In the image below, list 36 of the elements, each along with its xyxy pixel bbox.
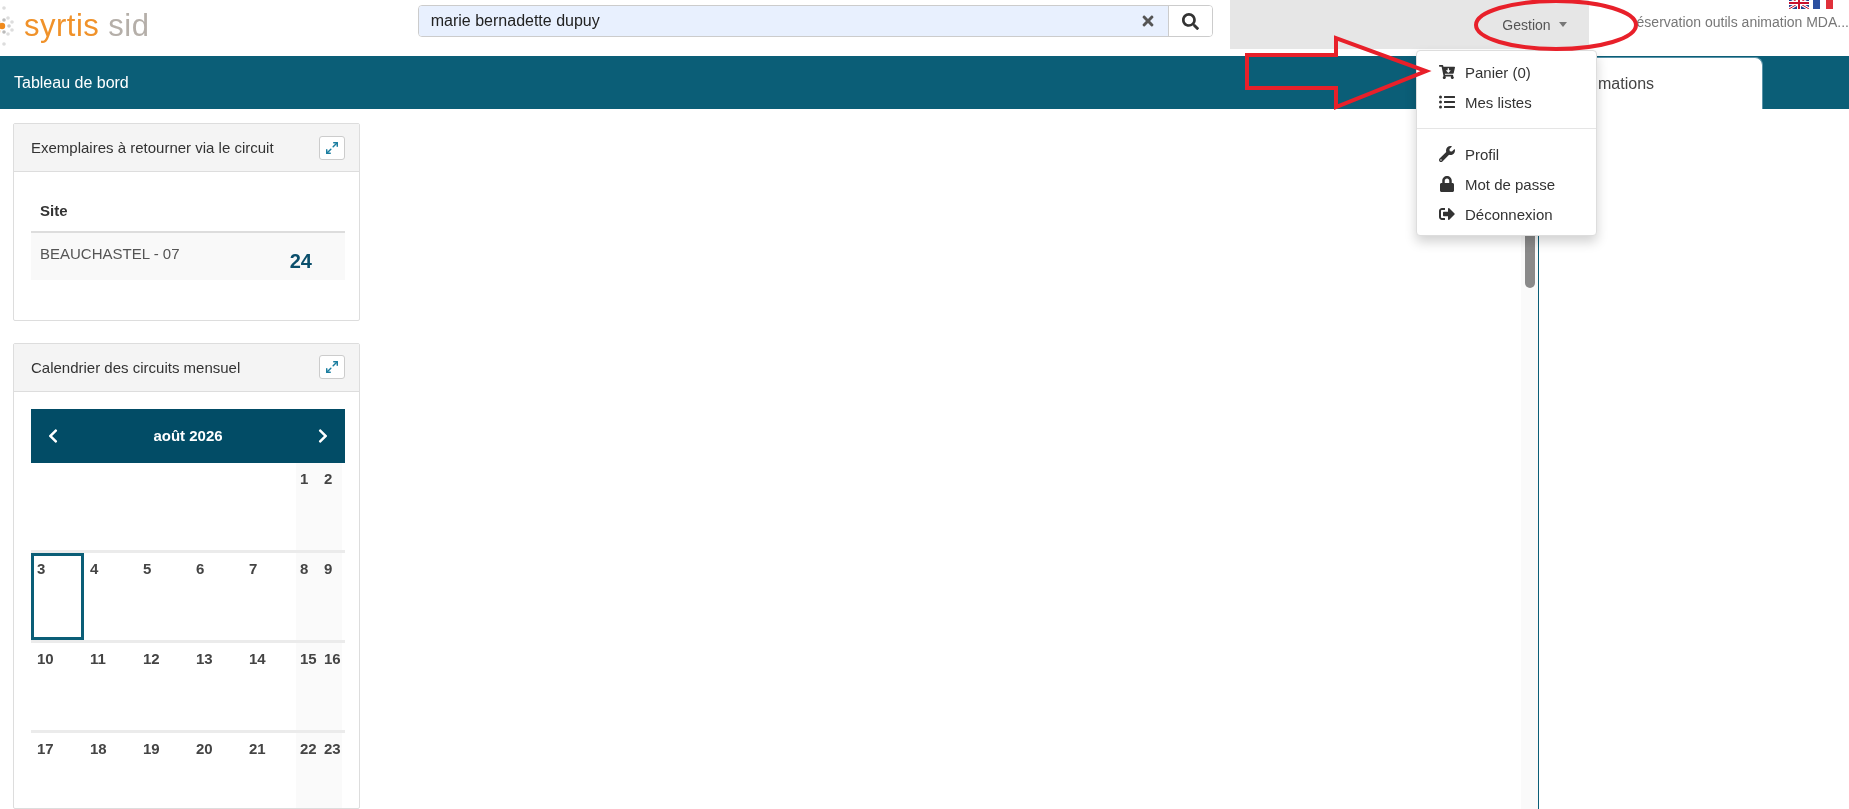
site-cell-text: BEAUCHASTEL - 07	[40, 245, 180, 264]
expand-button[interactable]	[319, 135, 345, 160]
clear-button[interactable]	[1128, 6, 1169, 36]
gestion-menu[interactable]: Gestion	[1502, 12, 1567, 37]
calendar-day[interactable]: 8	[296, 552, 320, 640]
logout-icon	[1439, 206, 1455, 222]
calendar-day[interactable]: 22	[296, 732, 320, 808]
caret-icon	[1558, 22, 1567, 27]
panel-title: Calendrier des circuits mensuel	[31, 358, 241, 376]
cart-icon	[1439, 64, 1455, 80]
search-button[interactable]	[1168, 6, 1213, 36]
reservation-link[interactable]: éservation outils animation MDA...	[1636, 14, 1849, 30]
expand-button[interactable]	[319, 355, 345, 379]
calendar-day[interactable]: 9	[320, 552, 342, 640]
calendar-day[interactable]: 15	[296, 642, 320, 730]
calendar-day[interactable]: 16	[320, 642, 342, 730]
page-title: Tableau de bord	[14, 73, 129, 92]
search-icon	[1182, 12, 1200, 30]
menu-item[interactable]: Mot de passe	[1417, 169, 1596, 199]
panel-title: Exemplaires à retourner via le circuit	[31, 139, 274, 156]
search-field[interactable]: marie bernadette dupuy	[417, 5, 1214, 37]
list-icon	[1439, 94, 1455, 110]
month-label: août 2026	[153, 427, 223, 444]
uk-flag-icon[interactable]	[1789, 0, 1809, 9]
wrench-icon	[1439, 146, 1455, 162]
calendar-day[interactable]: 2	[320, 462, 342, 550]
count-cell-text: 24	[289, 250, 312, 274]
calendar-day[interactable]: 3	[31, 552, 84, 640]
menu-item[interactable]: Profil	[1417, 139, 1596, 169]
expand-icon	[325, 360, 339, 374]
lock-icon	[1439, 176, 1455, 192]
menu-item[interactable]: Déconnexion	[1417, 199, 1596, 229]
calendar-day[interactable]: 23	[320, 732, 342, 808]
france-flag-icon[interactable]	[1813, 0, 1833, 9]
calendar-day[interactable]: 1	[296, 462, 320, 550]
expand-icon	[325, 140, 339, 155]
